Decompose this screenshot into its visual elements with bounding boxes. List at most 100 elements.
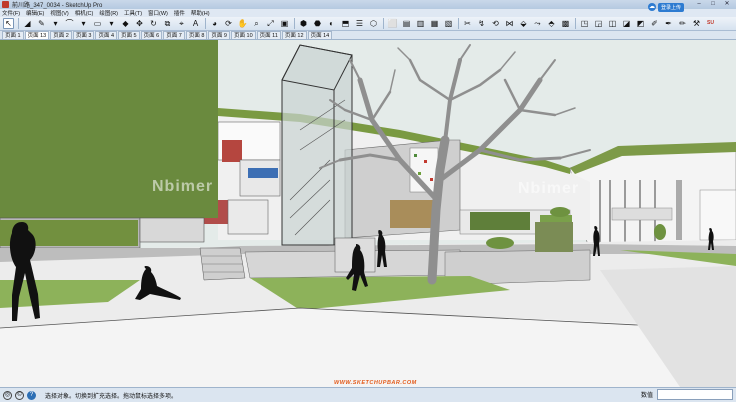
xray-icon[interactable]: ◳ xyxy=(579,18,590,29)
arc-dropdown-icon[interactable]: ▾ xyxy=(78,18,89,29)
scene-tab[interactable]: 页面 12 xyxy=(281,31,307,39)
menu-item[interactable]: 工具(T) xyxy=(124,9,142,17)
eraser-tool-icon[interactable]: ◢ xyxy=(22,18,33,29)
model-viewport[interactable]: Nbimer Nbimer WWW.SKETCHUPBAR.COM xyxy=(0,40,736,387)
scene-tab[interactable]: 页面 1 xyxy=(2,31,24,39)
scene-tab[interactable]: 页面 3 xyxy=(72,31,95,39)
back-edges-icon[interactable]: ◲ xyxy=(593,18,604,29)
title-bar: 前川路_347_0034 - SketchUp Pro – □ ✕ xyxy=(0,0,736,9)
textured-icon[interactable]: ✐ xyxy=(649,18,660,29)
move-tool-icon[interactable]: ✥ xyxy=(134,18,145,29)
plugin-su-icon[interactable]: SU xyxy=(705,18,716,29)
intersect-icon[interactable]: ⋈ xyxy=(504,18,515,29)
toolbar-separator xyxy=(205,18,206,29)
menu-item[interactable]: 帮助(H) xyxy=(191,9,210,17)
green-wall-strip xyxy=(470,212,530,230)
text-tool-icon[interactable]: A xyxy=(190,18,201,29)
scene-tab[interactable]: 页面 6 xyxy=(140,31,163,39)
menu-item[interactable]: 插件 xyxy=(174,9,185,17)
watermark-left: Nbimer xyxy=(152,178,214,195)
menu-item[interactable]: 相机(C) xyxy=(75,9,94,17)
right-view-icon[interactable]: ▥ xyxy=(415,18,426,29)
rotate-tool-icon[interactable]: ↻ xyxy=(148,18,159,29)
offset-icon[interactable]: ⟲ xyxy=(490,18,501,29)
red-panel-upper xyxy=(222,140,242,162)
section-plane-icon[interactable]: ⬒ xyxy=(340,18,351,29)
toolbar-separator xyxy=(294,18,295,29)
pan-tool-icon[interactable]: ✋ xyxy=(237,18,248,29)
paint-bucket-icon[interactable]: ◕ xyxy=(209,18,220,29)
credits-icon[interactable]: © xyxy=(15,390,24,400)
components-icon[interactable]: ⬣ xyxy=(312,18,323,29)
scene-tab[interactable]: 页面 7 xyxy=(163,31,185,39)
maximize-button[interactable]: □ xyxy=(706,0,720,8)
close-button[interactable]: ✕ xyxy=(720,0,734,8)
cloud-upload-icon[interactable]: ☁ xyxy=(648,3,656,11)
menu-item[interactable]: 窗口(W) xyxy=(148,9,168,17)
soften-edges-icon[interactable]: ⤳ xyxy=(532,18,543,29)
rect-dropdown-icon[interactable]: ▾ xyxy=(106,18,117,29)
shadows-icon[interactable]: ✏ xyxy=(677,18,688,29)
scene-tab[interactable]: 页面 14 xyxy=(307,31,333,39)
line-dropdown-icon[interactable]: ▾ xyxy=(50,18,61,29)
top-view-icon[interactable]: ⬜ xyxy=(387,18,398,29)
materials-icon[interactable]: ▣ xyxy=(279,18,290,29)
status-bar: ◎ © ? 选择对象。切换到扩充选择。拖动鼠标选择多项。 数值 xyxy=(0,387,736,402)
scene-tab[interactable]: 页面 9 xyxy=(208,31,230,39)
scene-tab[interactable]: 页面 2 xyxy=(50,31,72,39)
scene-tab[interactable]: 页面 8 xyxy=(185,31,208,39)
scene-tab[interactable]: 页面 4 xyxy=(95,31,118,39)
scene-render[interactable] xyxy=(0,40,736,387)
scene-tab[interactable]: 页面 13 xyxy=(24,31,50,39)
rectangle-tool-icon[interactable]: ▭ xyxy=(92,18,103,29)
back-view-icon[interactable]: ▦ xyxy=(429,18,440,29)
toolbar-separator xyxy=(458,18,459,29)
window-controls: – □ ✕ xyxy=(692,0,734,8)
photo-match-icon[interactable]: ▩ xyxy=(560,18,571,29)
shaded-icon[interactable]: ◩ xyxy=(635,18,646,29)
lower-floor xyxy=(227,199,269,235)
iso-view-icon[interactable]: ⬡ xyxy=(368,18,379,29)
orbit-tool-icon[interactable]: ⟳ xyxy=(223,18,234,29)
warehouse-icon[interactable]: ⬢ xyxy=(298,18,309,29)
fog-icon[interactable]: ⚒ xyxy=(691,18,702,29)
select-tool-icon[interactable]: ↖ xyxy=(3,18,14,29)
measurements-label: 数值 xyxy=(641,393,654,399)
zoom-extents-icon[interactable]: ⤢ xyxy=(265,18,276,29)
scene-tab[interactable]: 页面 10 xyxy=(231,31,256,39)
follow-me-icon[interactable]: ↯ xyxy=(476,18,487,29)
plant-box xyxy=(535,222,573,252)
watermark-right: Nbimer xyxy=(518,180,580,197)
outer-shell-icon[interactable]: ⬙ xyxy=(518,18,529,29)
scene-tab[interactable]: 页面 11 xyxy=(256,31,281,39)
pencil-tool-icon[interactable]: ✎ xyxy=(36,18,47,29)
login-area[interactable]: ☁ 登录上传 xyxy=(648,2,688,12)
tape-measure-icon[interactable]: ⌖ xyxy=(176,18,187,29)
layers-icon[interactable]: ☰ xyxy=(354,18,365,29)
push-pull-tool-icon[interactable]: ◆ xyxy=(120,18,131,29)
solid-tools-icon[interactable]: ⬘ xyxy=(546,18,557,29)
styles-icon[interactable]: ◐ xyxy=(326,18,337,29)
scene-tab[interactable]: 页面 5 xyxy=(118,31,140,39)
front-view-icon[interactable]: ▤ xyxy=(401,18,412,29)
measurements-input[interactable] xyxy=(657,389,733,400)
geo-location-icon[interactable]: ◎ xyxy=(3,390,12,400)
menu-item[interactable]: 编辑(E) xyxy=(26,9,44,17)
left-view-icon[interactable]: ▧ xyxy=(443,18,454,29)
wireframe-icon[interactable]: ◫ xyxy=(607,18,618,29)
hidden-line-icon[interactable]: ◪ xyxy=(621,18,632,29)
monochrome-icon[interactable]: ✒ xyxy=(663,18,674,29)
zoom-tool-icon[interactable]: ⌕ xyxy=(251,18,262,29)
menu-item[interactable]: 绘图(R) xyxy=(99,9,118,17)
status-message: 选择对象。切换到扩充选择。拖动鼠标选择多项。 xyxy=(45,393,178,400)
sandbox-icon[interactable]: ✂ xyxy=(462,18,473,29)
menu-item[interactable]: 视图(V) xyxy=(50,9,68,17)
arc-tool-icon[interactable]: ⌒ xyxy=(64,18,75,29)
pavilion-window-band xyxy=(611,207,673,221)
minimize-button[interactable]: – xyxy=(692,0,706,8)
login-upload-button[interactable]: 登录上传 xyxy=(658,2,685,12)
menu-item[interactable]: 文件(F) xyxy=(2,9,20,17)
help-icon[interactable]: ? xyxy=(27,390,36,400)
sketchup-logo-icon xyxy=(2,1,9,8)
scale-tool-icon[interactable]: ⧉ xyxy=(162,18,173,29)
